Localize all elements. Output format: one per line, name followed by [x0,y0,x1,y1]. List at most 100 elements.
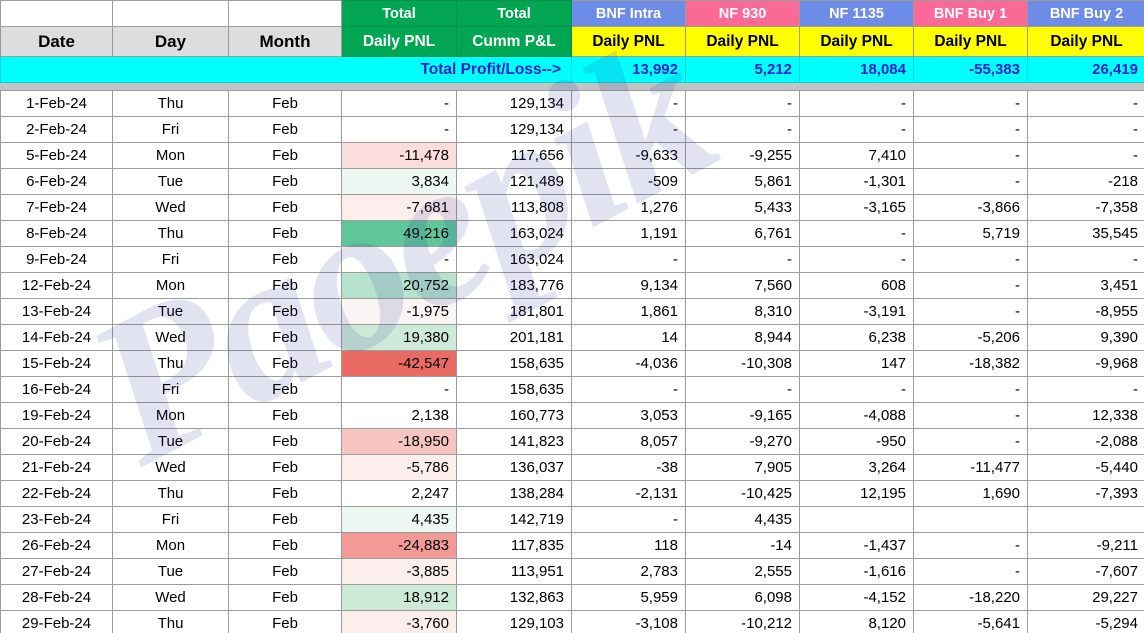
cell-day[interactable]: Tue [112,558,229,585]
table-row[interactable]: 12-Feb-24 Mon Feb 20,752 183,776 9,134 7,560 60… [0,272,1144,299]
cell-cumm-pl[interactable]: 163,024 [456,220,572,247]
cell-nf-930[interactable]: - [685,90,800,117]
cell-bnf-buy-2[interactable]: 9,390 [1027,324,1144,351]
cell-nf-930[interactable]: 7,560 [685,272,800,299]
cell-bnf-intra[interactable]: -509 [571,168,686,195]
cell-day[interactable]: Thu [112,90,229,117]
cell-nf-1135[interactable]: 8,120 [799,610,914,633]
cell-nf-1135[interactable]: - [799,90,914,117]
cell-month[interactable]: Feb [228,350,342,377]
cell-nf-930[interactable]: - [685,376,800,403]
cell-month[interactable]: Feb [228,324,342,351]
cell-cumm-pl[interactable]: 141,823 [456,428,572,455]
cell-nf-1135[interactable]: -4,152 [799,584,914,611]
cell-cumm-pl[interactable]: 160,773 [456,402,572,429]
cell-month[interactable]: Feb [228,194,342,221]
cell-nf-1135[interactable]: 3,264 [799,454,914,481]
table-row[interactable]: 14-Feb-24 Wed Feb 19,380 201,181 14 8,944 6,238… [0,324,1144,351]
cell-cumm-pl[interactable]: 183,776 [456,272,572,299]
cell-day[interactable]: Mon [112,402,229,429]
cell-bnf-buy-1[interactable]: - [913,376,1028,403]
cell-date[interactable]: 21-Feb-24 [0,454,113,481]
cell-month[interactable]: Feb [228,142,342,169]
cell-nf-930[interactable]: 8,310 [685,298,800,325]
cell-bnf-intra[interactable]: - [571,506,686,533]
table-row[interactable]: 20-Feb-24 Tue Feb -18,950 141,823 8,057 -9,270… [0,428,1144,455]
cell-bnf-buy-1[interactable]: - [913,116,1028,143]
cell-day[interactable]: Mon [112,272,229,299]
cell-month[interactable]: Feb [228,220,342,247]
cell-bnf-buy-1[interactable]: 1,690 [913,480,1028,507]
cell-month[interactable]: Feb [228,402,342,429]
cell-day[interactable]: Wed [112,324,229,351]
cell-bnf-buy-2[interactable]: - [1027,116,1144,143]
cell-date[interactable]: 13-Feb-24 [0,298,113,325]
cell-total-daily-pnl[interactable]: -1,975 [341,298,457,325]
cell-total-daily-pnl[interactable]: 18,912 [341,584,457,611]
cell-month[interactable]: Feb [228,558,342,585]
cell-bnf-buy-1[interactable]: - [913,142,1028,169]
cell-day[interactable]: Wed [112,194,229,221]
cell-bnf-intra[interactable]: 1,861 [571,298,686,325]
cell-bnf-buy-2[interactable]: - [1027,246,1144,273]
cell-nf-930[interactable]: 7,905 [685,454,800,481]
cell-total-daily-pnl[interactable]: -3,885 [341,558,457,585]
cell-date[interactable]: 7-Feb-24 [0,194,113,221]
cell-bnf-buy-1[interactable]: - [913,428,1028,455]
cell-month[interactable]: Feb [228,376,342,403]
cell-nf-930[interactable]: 6,098 [685,584,800,611]
cell-nf-1135[interactable]: 147 [799,350,914,377]
cell-total-daily-pnl[interactable]: 49,216 [341,220,457,247]
cell-bnf-intra[interactable]: - [571,90,686,117]
cell-nf-930[interactable]: 6,761 [685,220,800,247]
cell-cumm-pl[interactable]: 201,181 [456,324,572,351]
cell-day[interactable]: Mon [112,142,229,169]
cell-bnf-intra[interactable]: -2,131 [571,480,686,507]
cell-date[interactable]: 14-Feb-24 [0,324,113,351]
cell-nf-930[interactable]: 5,861 [685,168,800,195]
cell-bnf-buy-1[interactable]: -3,866 [913,194,1028,221]
cell-nf-1135[interactable]: -3,165 [799,194,914,221]
table-row[interactable]: 23-Feb-24 Fri Feb 4,435 142,719-4,435 [0,506,1144,533]
cell-month[interactable]: Feb [228,454,342,481]
cell-month[interactable]: Feb [228,246,342,273]
cell-nf-930[interactable]: 4,435 [685,506,800,533]
cell-cumm-pl[interactable]: 121,489 [456,168,572,195]
cell-total-daily-pnl[interactable]: 4,435 [341,506,457,533]
cell-nf-1135[interactable]: -4,088 [799,402,914,429]
cell-total-daily-pnl[interactable]: 2,138 [341,402,457,429]
cell-month[interactable]: Feb [228,272,342,299]
table-row[interactable]: 29-Feb-24 Thu Feb -3,760 129,103 -3,108 -10,21… [0,610,1144,633]
cell-bnf-buy-1[interactable]: -18,382 [913,350,1028,377]
cell-bnf-buy-1[interactable]: 5,719 [913,220,1028,247]
cell-nf-930[interactable]: 8,944 [685,324,800,351]
cell-bnf-intra[interactable]: -9,633 [571,142,686,169]
cell-month[interactable]: Feb [228,480,342,507]
cell-cumm-pl[interactable]: 181,801 [456,298,572,325]
cell-bnf-buy-1[interactable]: - [913,298,1028,325]
cell-nf-1135[interactable]: 7,410 [799,142,914,169]
cell-bnf-buy-2[interactable]: 3,451 [1027,272,1144,299]
cell-bnf-buy-1[interactable]: -5,206 [913,324,1028,351]
cell-nf-1135[interactable]: 608 [799,272,914,299]
table-row[interactable]: 26-Feb-24 Mon Feb -24,883 117,835 118 -14 -1,43… [0,532,1144,559]
cell-total-daily-pnl[interactable]: 19,380 [341,324,457,351]
cell-date[interactable]: 15-Feb-24 [0,350,113,377]
table-row[interactable]: 6-Feb-24 Tue Feb 3,834 121,489 -509 5,861 -1,30… [0,168,1144,195]
cell-date[interactable]: 6-Feb-24 [0,168,113,195]
cell-bnf-intra[interactable]: -3,108 [571,610,686,633]
cell-cumm-pl[interactable]: 113,808 [456,194,572,221]
cell-total-daily-pnl[interactable]: -24,883 [341,532,457,559]
cell-nf-1135[interactable]: -950 [799,428,914,455]
cell-date[interactable]: 29-Feb-24 [0,610,113,633]
cell-bnf-buy-2[interactable]: - [1027,90,1144,117]
cell-day[interactable]: Thu [112,480,229,507]
cell-day[interactable]: Mon [112,532,229,559]
cell-bnf-intra[interactable]: 3,053 [571,402,686,429]
cell-cumm-pl[interactable]: 113,951 [456,558,572,585]
cell-total-daily-pnl[interactable]: - [341,376,457,403]
cell-month[interactable]: Feb [228,610,342,633]
cell-nf-930[interactable]: 2,555 [685,558,800,585]
cell-bnf-buy-2[interactable] [1027,506,1144,533]
cell-month[interactable]: Feb [228,298,342,325]
